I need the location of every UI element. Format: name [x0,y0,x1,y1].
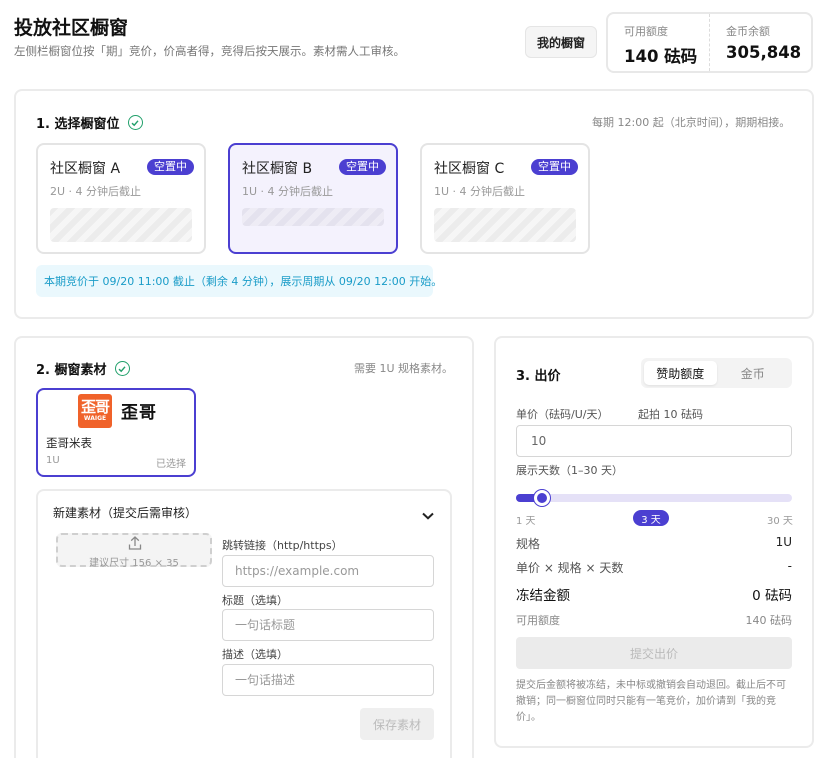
title-label: 标题（选填） [222,594,288,607]
currency-tabs: 赞助额度 金币 [641,358,792,388]
balance-coins: 金币余额 305,848 [709,14,811,71]
tab-sponsor-quota[interactable]: 赞助额度 [644,361,717,385]
status-badge: 空置中 [147,159,194,175]
days-value-badge: 3 天 [633,510,669,526]
slot-section-hint: 每期 12:00 起（北京时间），期期相接。 [592,116,791,129]
unit-price-input[interactable]: 10 [516,425,792,457]
balance-quota-label: 可用额度 [624,25,668,38]
days-max-label: 30 天 [767,516,793,527]
slot-preview-placeholder [434,208,576,242]
slot-card-b[interactable]: 社区橱窗 B 空置中 1U · 4 分钟后截止 [228,143,398,254]
slot-card-c[interactable]: 社区橱窗 C 空置中 1U · 4 分钟后截止 [420,143,590,254]
formula-label: 单价 × 规格 × 天数 [516,561,624,575]
chevron-down-icon[interactable] [422,505,434,524]
new-material-panel: 新建素材（提交后需审核） 建议尺寸 156 × 35 跳转链接（http/htt… [36,489,452,758]
title-input[interactable] [222,609,434,641]
slot-section-title: 1. 选择橱窗位 [36,113,143,132]
balance-quota: 可用额度 140 砝码 [608,14,709,71]
upload-dropzone[interactable]: 建议尺寸 156 × 35 [56,533,212,569]
days-slider[interactable] [516,490,792,506]
slot-meta: 1U · 4 分钟后截止 [242,185,334,198]
tab-coins[interactable]: 金币 [717,361,790,385]
save-material-button[interactable]: 保存素材 [360,708,434,740]
spec-label: 规格 [516,537,541,551]
material-size: 1U [46,455,60,466]
material-state: 已选择 [156,459,186,470]
spec-value: 1U [775,535,792,549]
formula-value: - [787,559,792,573]
slot-preview-placeholder [50,208,192,242]
slot-card-a[interactable]: 社区橱窗 A 空置中 2U · 4 分钟后截止 [36,143,206,254]
page-title: 投放社区橱窗 [14,17,129,39]
material-card[interactable]: 歪哥 WAIGE 歪哥 歪哥米表 1U 已选择 [36,388,196,477]
days-slider-thumb[interactable] [534,490,550,506]
balance-coins-label: 金币余额 [726,25,770,38]
slot-section-title-text: 1. 选择橱窗位 [36,117,120,132]
upload-icon [128,535,142,555]
my-window-button[interactable]: 我的橱窗 [525,26,597,58]
slot-preview-placeholder [242,208,384,226]
bid-section-title: 3. 出价 [516,369,561,384]
logo-english: WAIGE [83,415,107,422]
logo-mark: 歪哥 [80,398,110,416]
unit-price-label: 单价（砝码/U/天） [516,408,609,421]
available-quota-value: 140 砝码 [745,614,793,627]
material-name: 歪哥米表 [46,436,92,450]
material-logo: 歪哥 WAIGE [78,394,112,428]
submit-bid-button[interactable]: 提交出价 [516,637,792,669]
balance-coins-value: 305,848 [726,43,802,62]
material-brand: 歪哥 [121,403,157,423]
link-label: 跳转链接（http/https） [222,539,343,552]
check-circle-icon [127,115,143,130]
material-section-title: 2. 橱窗素材 [36,359,130,378]
material-section-hint: 需要 1U 规格素材。 [354,362,454,375]
slot-meta: 1U · 4 分钟后截止 [434,185,526,198]
material-section-title-text: 2. 橱窗素材 [36,363,107,378]
description-input[interactable] [222,664,434,696]
days-label: 展示天数（1–30 天） [516,464,623,477]
days-min-label: 1 天 [516,516,536,527]
page-subtitle: 左侧栏橱窗位按「期」竞价，价高者得，竞得后按天展示。素材需人工审核。 [14,44,405,58]
available-quota-label: 可用额度 [516,614,560,627]
balance-panel: 可用额度 140 砝码 金币余额 305,848 [606,12,813,73]
description-label: 描述（选填） [222,648,288,661]
status-badge: 空置中 [531,159,578,175]
upload-hint: 建议尺寸 156 × 35 [89,558,179,569]
bidding-notice: 本期竞价于 09/20 11:00 截止（剩余 4 分钟），展示周期从 09/2… [36,265,442,297]
frozen-amount-value: 0 砝码 [752,588,792,604]
check-circle-icon [114,361,130,376]
bid-footnote: 提交后金额将被冻结，未中标或撤销会自动退回。截止后不可撤销；同一橱窗位同时只能有… [516,680,786,723]
slot-meta: 2U · 4 分钟后截止 [50,185,142,198]
link-input[interactable] [222,555,434,587]
new-material-title: 新建素材（提交后需审核） [53,506,198,520]
min-bid-hint: 起拍 10 砝码 [638,408,703,421]
frozen-amount-label: 冻结金额 [516,588,570,604]
status-badge: 空置中 [339,159,386,175]
balance-quota-value: 140 砝码 [624,47,698,66]
